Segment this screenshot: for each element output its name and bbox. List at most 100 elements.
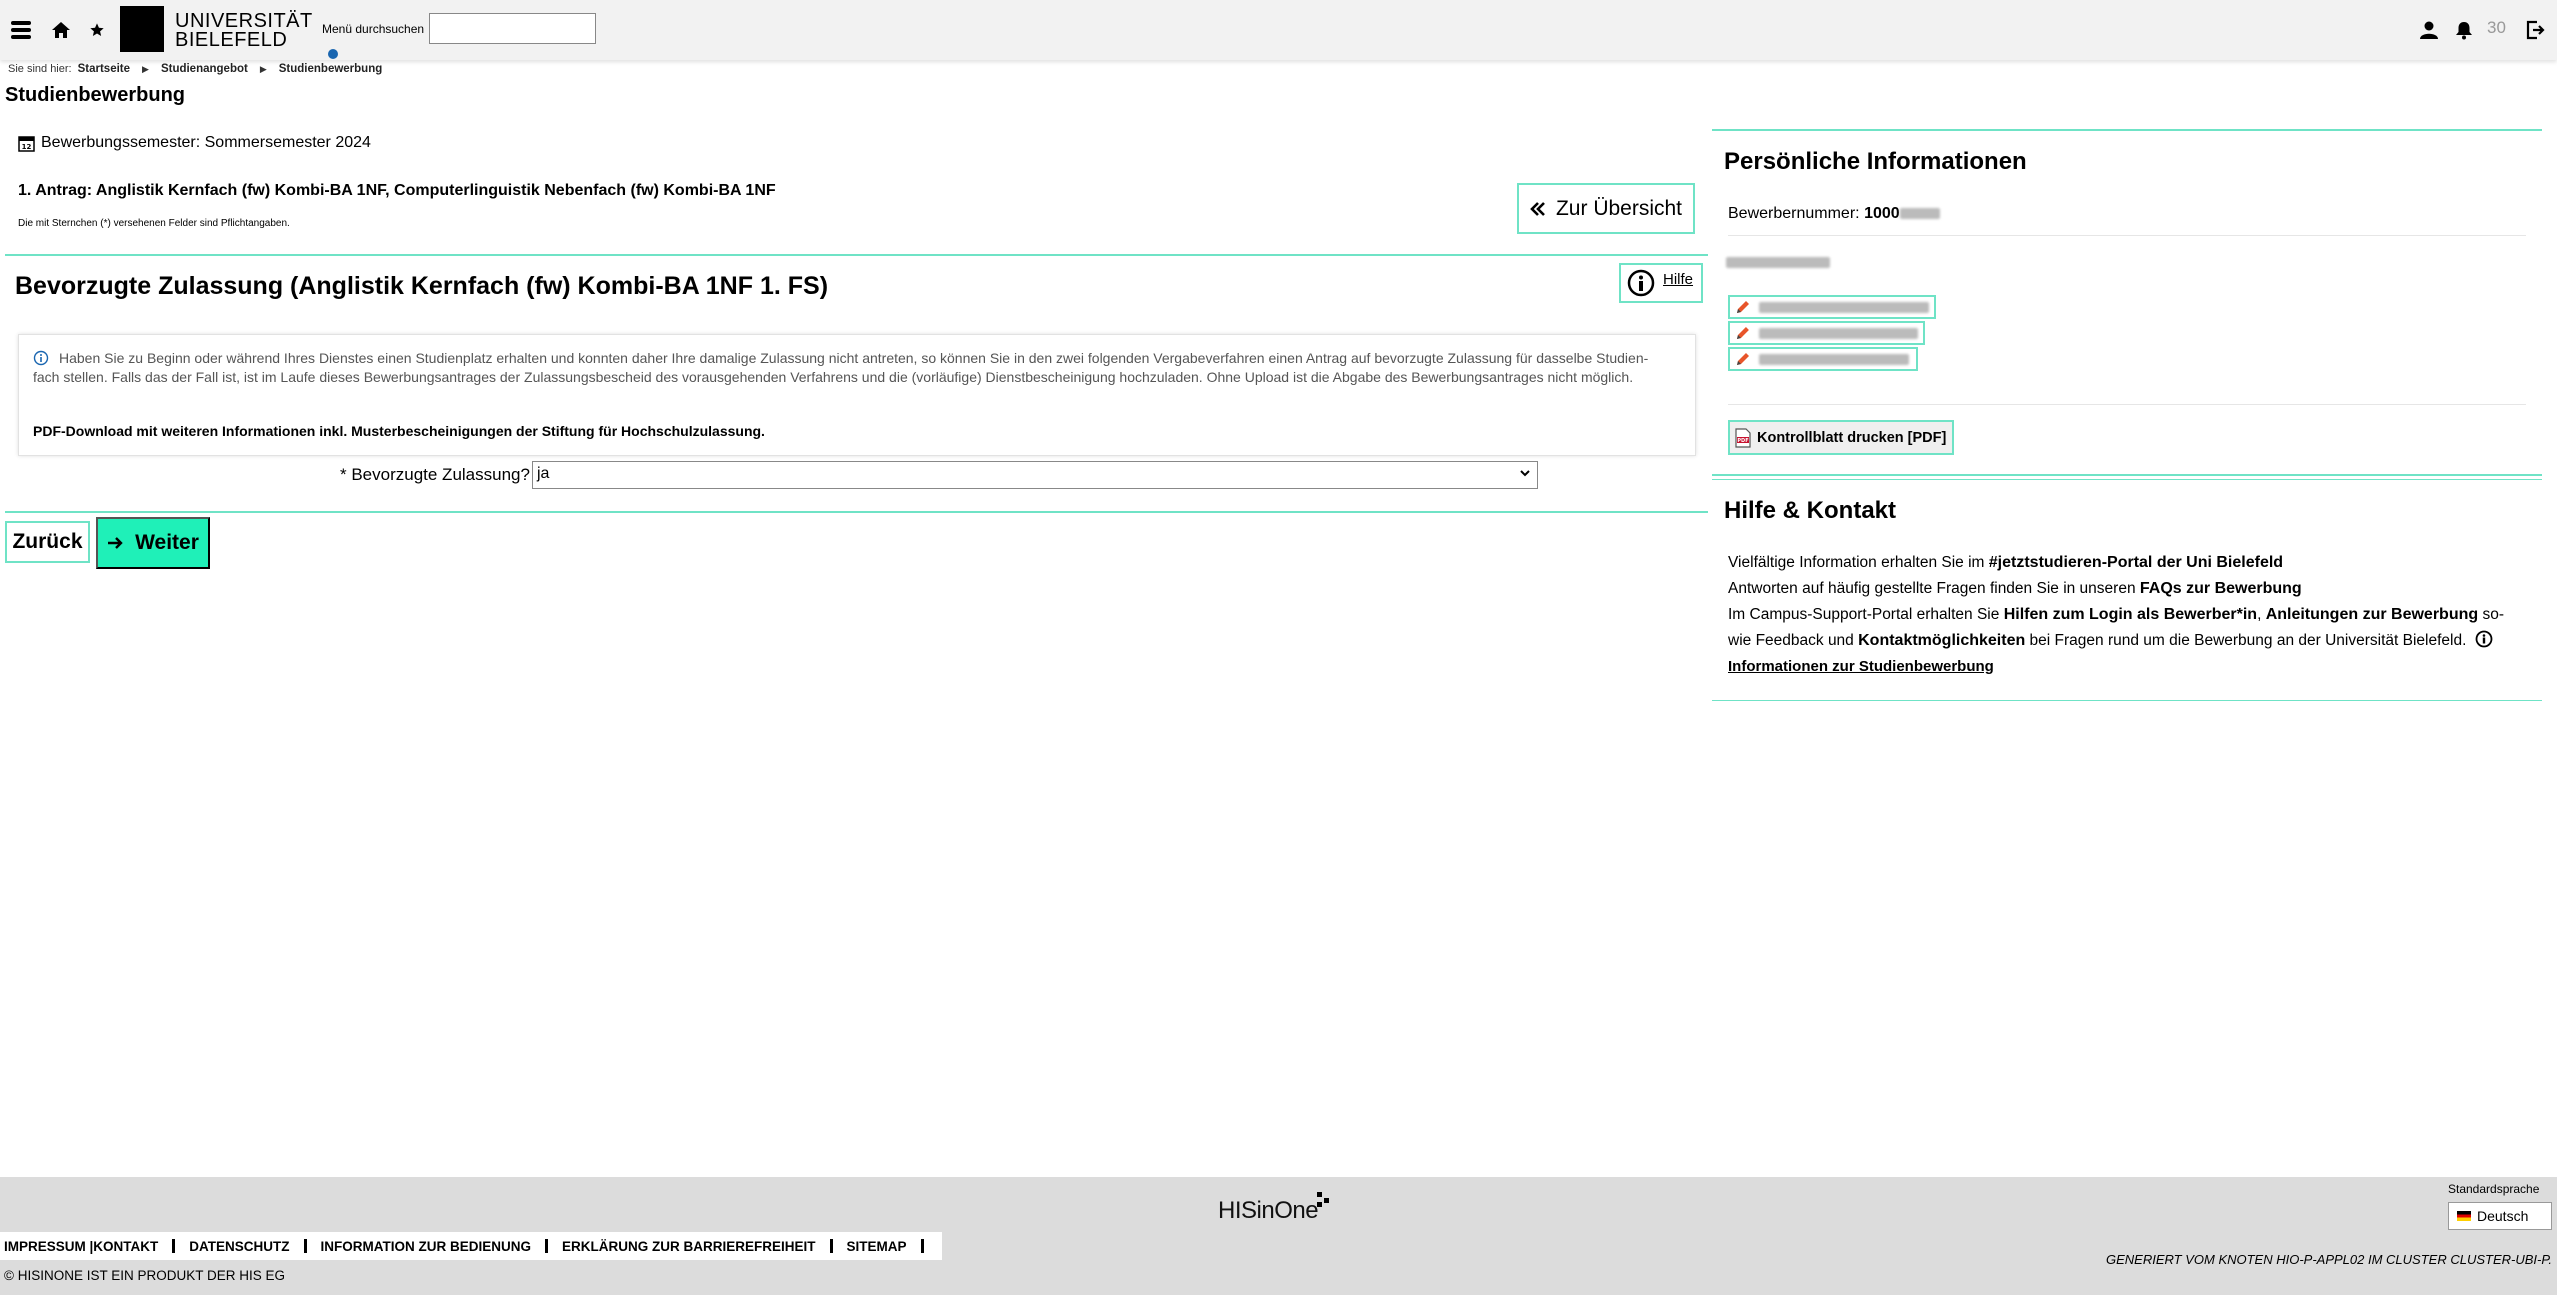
preferred-admission-label: * Bevorzugte Zulassung? bbox=[340, 465, 530, 484]
star-icon[interactable] bbox=[84, 17, 110, 43]
pdf-file-icon: PDF bbox=[1735, 427, 1751, 448]
user-icon[interactable] bbox=[2416, 17, 2442, 43]
section-title: Bevorzugte Zulassung (Anglistik Kernfach… bbox=[15, 272, 829, 300]
breadcrumb-item-studienangebot[interactable]: Studienangebot bbox=[161, 63, 248, 75]
university-logo-text[interactable]: UNIVERSITÄT BIELEFELD bbox=[175, 11, 313, 50]
copyright: © HISINONE IST EIN PRODUKT DER HIS EG bbox=[4, 1268, 285, 1283]
chevron-right-icon: ▶ bbox=[142, 63, 149, 74]
print-control-sheet-label: Kontrollblatt drucken [PDF] bbox=[1757, 429, 1947, 446]
redacted-text bbox=[1899, 208, 1940, 219]
divider bbox=[1728, 235, 2526, 236]
login-help-link[interactable]: Hilfen zum Login als Bewerber*in bbox=[2004, 606, 2257, 623]
semester-text: Bewerbungssemester: Sommersemester 2024 bbox=[41, 134, 371, 151]
info-icon bbox=[33, 350, 49, 366]
applicant-name-redacted bbox=[1726, 254, 1830, 271]
contact-options-link[interactable]: Kontaktmöglichkeiten bbox=[1858, 632, 2025, 649]
chevron-down-icon bbox=[1520, 470, 1530, 477]
divider bbox=[1728, 404, 2526, 405]
footer-link-datenschutz[interactable]: DATENSCHUTZ bbox=[189, 1239, 289, 1254]
redacted-text bbox=[1758, 327, 1918, 339]
print-control-sheet-button[interactable]: PDF Kontrollblatt drucken [PDF] bbox=[1728, 420, 1954, 455]
contact-text: Antworten auf häufig gestellte Fragen fi… bbox=[1728, 580, 2140, 597]
jetztstudieren-portal-link[interactable]: #jetztstudieren-Portal der Uni Bielefeld bbox=[1989, 554, 2283, 571]
redacted-text bbox=[1759, 353, 1909, 365]
overview-button-label: Zur Übersicht bbox=[1555, 196, 1683, 220]
info-box: Haben Sie zu Beginn oder während Ihres D… bbox=[18, 334, 1696, 456]
separator bbox=[172, 1239, 176, 1253]
personal-info-title: Persönliche Informationen bbox=[1724, 148, 2027, 175]
breadcrumb: Sie sind hier: Startseite ▶ Studienangeb… bbox=[8, 63, 382, 75]
home-icon[interactable] bbox=[48, 17, 74, 43]
applicant-number: Bewerbernummer: 1000 bbox=[1728, 205, 1940, 223]
contact-text: so- bbox=[2478, 606, 2504, 623]
help-button[interactable]: Hilfe bbox=[1619, 263, 1703, 303]
pdf-download-link[interactable]: PDF-Download mit weiteren Informationen … bbox=[33, 423, 765, 439]
language-value: Deutsch bbox=[2477, 1208, 2529, 1224]
overview-button[interactable]: Zur Übersicht bbox=[1517, 183, 1695, 234]
logout-icon[interactable] bbox=[2522, 17, 2548, 43]
footer-link-barrierefreiheit[interactable]: ERKLÄRUNG ZUR BARRIEREFREIHEIT bbox=[562, 1239, 816, 1254]
application-info-link[interactable]: Informationen zur Studienbewerbung bbox=[1728, 658, 1994, 675]
help-button-label: Hilfe bbox=[1663, 271, 1694, 288]
next-button[interactable]: Weiter bbox=[96, 517, 210, 569]
redacted-text bbox=[1759, 301, 1929, 313]
menu-icon[interactable] bbox=[8, 17, 34, 43]
divider bbox=[1712, 700, 2542, 701]
applicant-number-label: Bewerbernummer: bbox=[1728, 205, 1860, 222]
separator bbox=[303, 1239, 307, 1253]
contact-text: bei Fragen rund um die Bewerbung an der … bbox=[2025, 632, 2467, 649]
contact-text: Vielfältige Information erhalten Sie im bbox=[1728, 554, 1989, 571]
preferred-admission-value: ja bbox=[537, 465, 550, 482]
chevron-right-icon: ▶ bbox=[259, 63, 267, 74]
info-line-2: fach stellen. Falls das der Fall ist, is… bbox=[33, 369, 1634, 385]
footer-link-sitemap[interactable]: SITEMAP bbox=[847, 1239, 907, 1254]
search-input[interactable] bbox=[429, 13, 596, 44]
divider bbox=[5, 254, 1708, 256]
info-text: Haben Sie zu Beginn oder während Ihres D… bbox=[33, 349, 1693, 387]
help-contact-title: Hilfe & Kontakt bbox=[1724, 497, 1897, 524]
divider bbox=[1712, 129, 2542, 131]
breadcrumb-item-studienbewerbung: Studienbewerbung bbox=[278, 63, 383, 75]
german-flag-icon bbox=[2457, 1211, 2471, 1221]
language-label: Standardsprache bbox=[2448, 1182, 2540, 1196]
divider bbox=[1712, 474, 2542, 476]
hisinone-logo[interactable]: HISinOne bbox=[1218, 1197, 1319, 1225]
info-line-1: Haben Sie zu Beginn oder während Ihres D… bbox=[59, 350, 1649, 366]
info-circle-icon[interactable] bbox=[2475, 630, 2493, 648]
search-label: Menü durchsuchen bbox=[322, 22, 425, 36]
next-button-label: Weiter bbox=[135, 531, 199, 554]
contact-text: Im Campus-Support-Portal erhalten Sie bbox=[1728, 606, 2004, 623]
semester-info: 12 Bewerbungssemester: Sommersemester 20… bbox=[18, 134, 371, 152]
separator bbox=[920, 1239, 924, 1253]
footer-links: IMPRESSUM |KONTAKT DATENSCHUTZ INFORMATI… bbox=[0, 1232, 942, 1260]
back-button[interactable]: Zurück bbox=[5, 521, 90, 563]
page-title: Studienbewerbung bbox=[5, 84, 185, 106]
language-select[interactable]: Deutsch bbox=[2448, 1202, 2552, 1230]
application-title: 1. Antrag: Anglistik Kernfach (fw) Kombi… bbox=[18, 182, 776, 199]
required-fields-note: Die mit Sternchen (*) versehenen Felder … bbox=[18, 218, 290, 229]
application-guide-link[interactable]: Anleitungen zur Bewerbung bbox=[2266, 606, 2478, 623]
pencil-icon bbox=[1737, 353, 1749, 365]
university-logo-mark[interactable] bbox=[120, 6, 164, 52]
contact-text: wie Feedback und bbox=[1728, 632, 1859, 649]
edit-phone-link[interactable] bbox=[1728, 347, 1918, 371]
bell-icon[interactable] bbox=[2451, 17, 2477, 43]
double-chevron-left-icon bbox=[1530, 201, 1545, 216]
divider bbox=[5, 511, 1708, 513]
edit-email-link[interactable] bbox=[1728, 321, 1925, 345]
svg-text:12: 12 bbox=[22, 143, 32, 151]
faq-link[interactable]: FAQs zur Bewerbung bbox=[2140, 580, 2302, 597]
arrow-right-icon bbox=[108, 537, 123, 549]
edit-address-link[interactable] bbox=[1728, 295, 1936, 319]
breadcrumb-prefix: Sie sind hier: bbox=[8, 63, 72, 75]
info-circle-icon bbox=[1627, 269, 1655, 297]
session-timer: 30 bbox=[2487, 18, 2506, 37]
svg-text:PDF: PDF bbox=[1737, 438, 1748, 444]
help-contact-text: Vielfältige Information erhalten Sie im … bbox=[1728, 554, 2504, 675]
pencil-icon bbox=[1737, 301, 1749, 313]
footer-link-bedienung[interactable]: INFORMATION ZUR BEDIENUNG bbox=[321, 1239, 532, 1254]
preferred-admission-select[interactable]: ja bbox=[532, 461, 1538, 489]
breadcrumb-item-startseite[interactable]: Startseite bbox=[78, 63, 130, 75]
location-pin-icon bbox=[328, 49, 338, 59]
footer-link-impressum[interactable]: IMPRESSUM |KONTAKT bbox=[4, 1239, 158, 1254]
